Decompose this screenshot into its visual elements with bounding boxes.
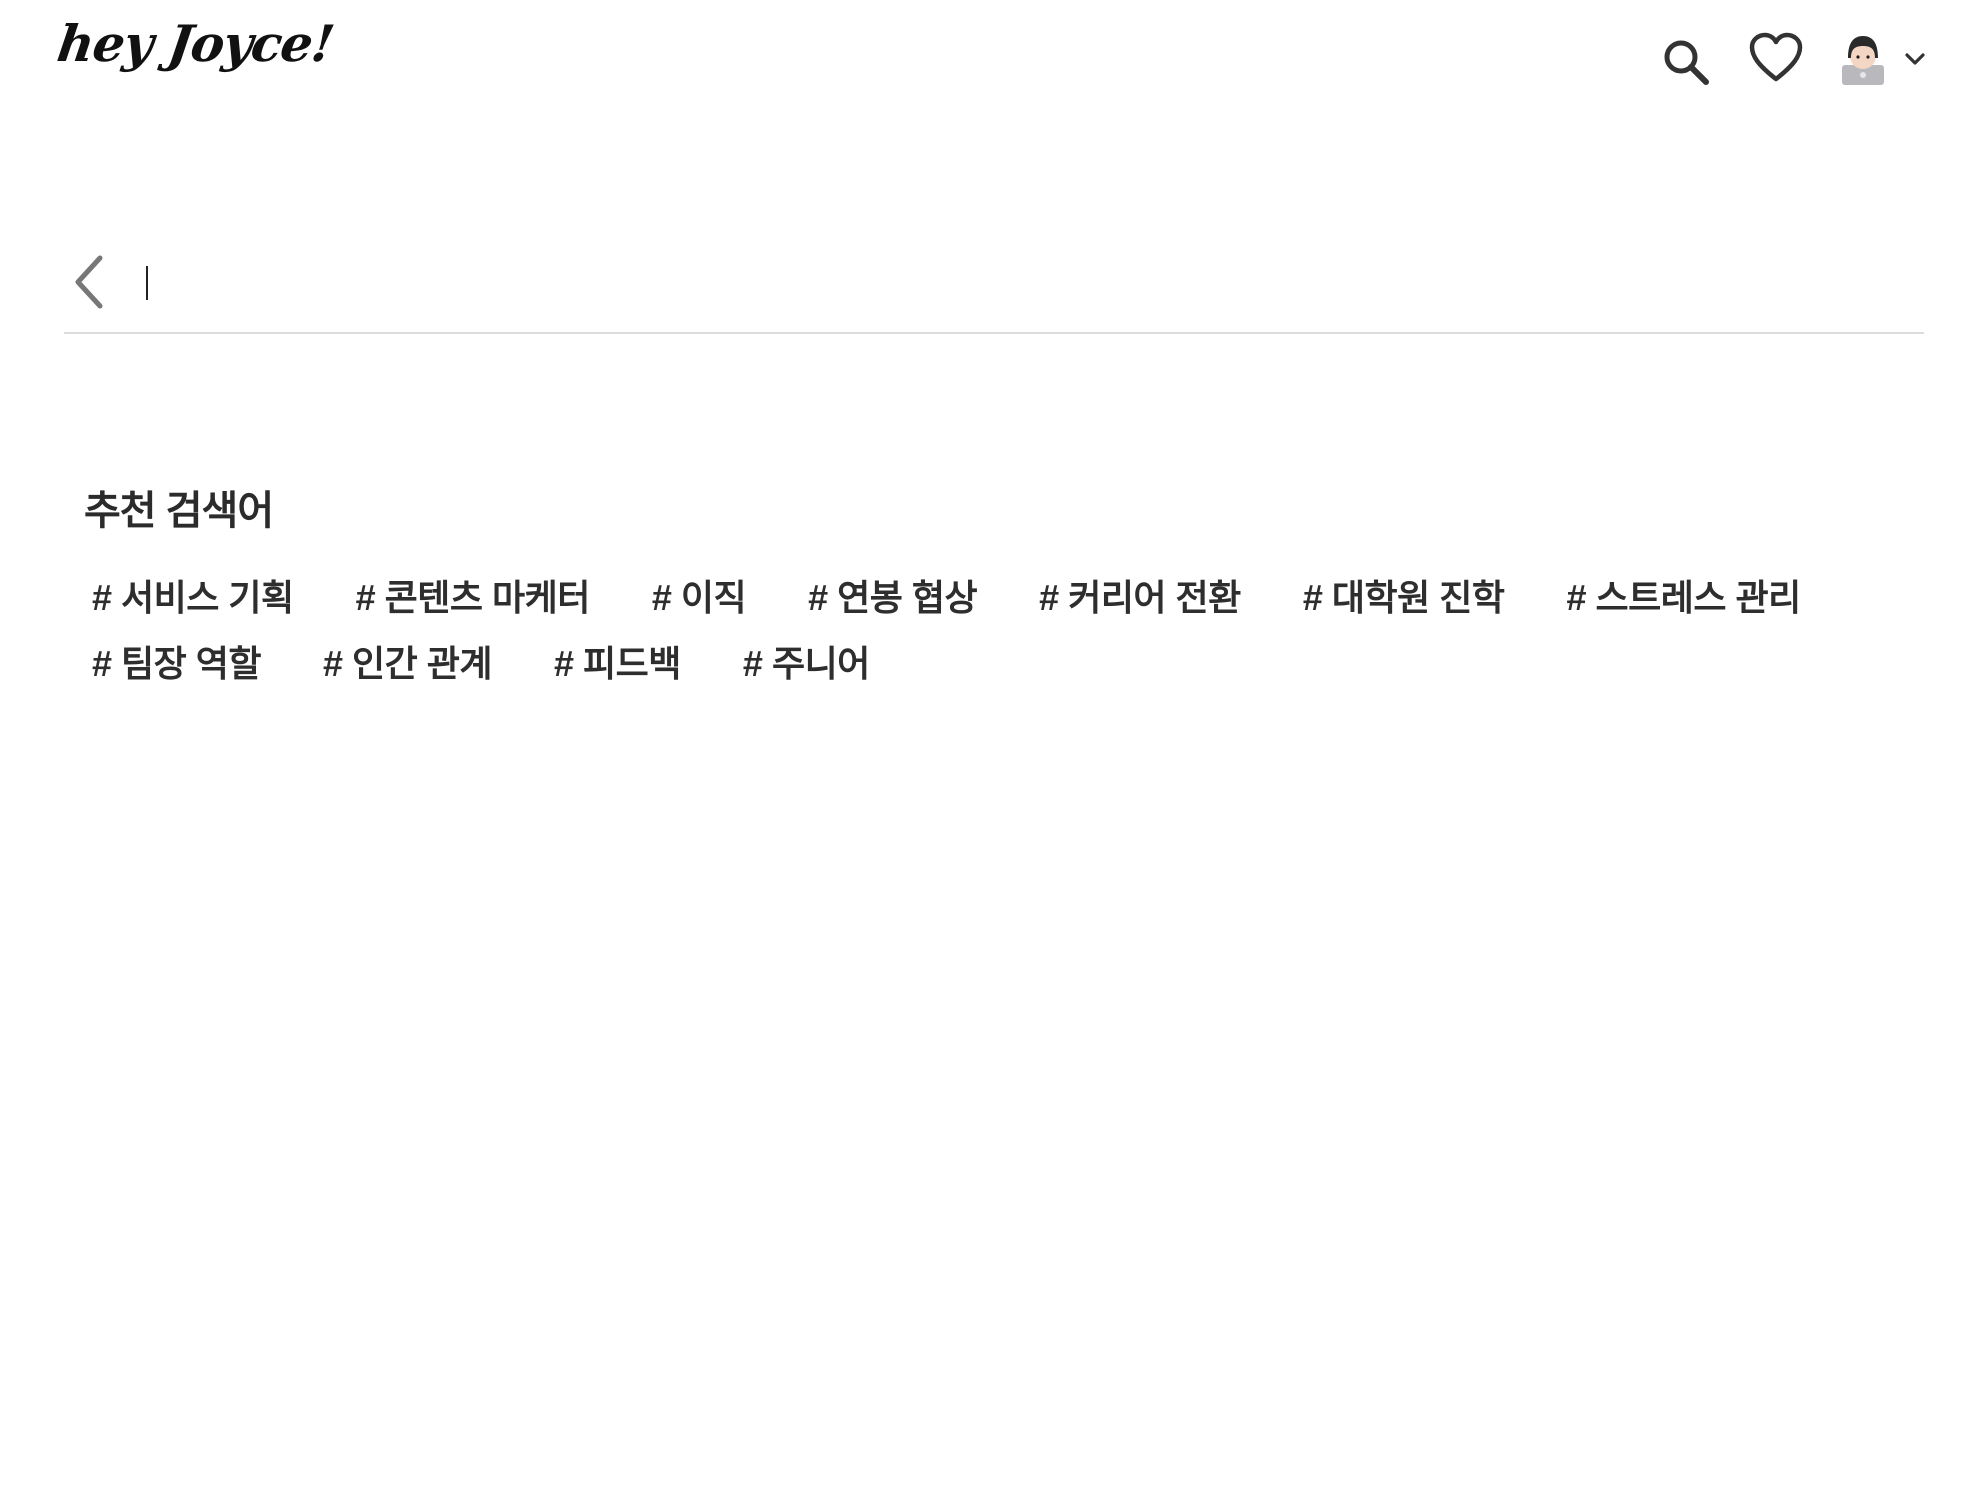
tag-job-change[interactable]: # 이직 xyxy=(652,569,747,621)
tag-row: # 서비스 기획 # 콘텐츠 마케터 # 이직 # 연봉 협상 # 커리어 전환… xyxy=(92,562,1912,628)
recommended-title: 추천 검색어 xyxy=(84,489,274,533)
text-caret xyxy=(146,266,148,300)
search-divider xyxy=(64,332,1924,334)
search-icon[interactable] xyxy=(1660,36,1712,88)
avatar xyxy=(1842,36,1884,85)
tag-stress-management[interactable]: # 스트레스 관리 xyxy=(1566,569,1801,621)
tag-content-marketer[interactable]: # 콘텐츠 마케터 xyxy=(356,569,591,621)
heart-icon[interactable] xyxy=(1748,32,1804,84)
tag-graduate-school[interactable]: # 대학원 진학 xyxy=(1303,569,1505,621)
page: hey Joyce! 추천 검색어 # 서비스 기획 # 콘텐츠 마케터 # 이… xyxy=(0,0,1986,1508)
profile-menu-button[interactable] xyxy=(1840,30,1940,90)
tag-row: # 팀장 역할 # 인간 관계 # 피드백 # 주니어 xyxy=(92,628,1912,694)
tag-salary-negotiation[interactable]: # 연봉 협상 xyxy=(808,569,978,621)
top-header: hey Joyce! xyxy=(0,0,1986,110)
back-arrow-icon[interactable] xyxy=(68,252,114,312)
tag-team-leader-role[interactable]: # 팀장 역할 xyxy=(92,635,262,687)
tag-relationships[interactable]: # 인간 관계 xyxy=(323,635,493,687)
tag-career-transition[interactable]: # 커리어 전환 xyxy=(1039,569,1241,621)
logo[interactable]: hey Joyce! xyxy=(54,14,337,73)
tag-junior[interactable]: # 주니어 xyxy=(743,635,870,687)
chevron-down-icon xyxy=(1905,53,1925,65)
search-bar xyxy=(64,236,1924,336)
recommended-tags: # 서비스 기획 # 콘텐츠 마케터 # 이직 # 연봉 협상 # 커리어 전환… xyxy=(92,562,1912,694)
tag-service-planning[interactable]: # 서비스 기획 xyxy=(92,569,294,621)
search-input[interactable] xyxy=(144,256,1908,314)
tag-feedback[interactable]: # 피드백 xyxy=(554,635,681,687)
